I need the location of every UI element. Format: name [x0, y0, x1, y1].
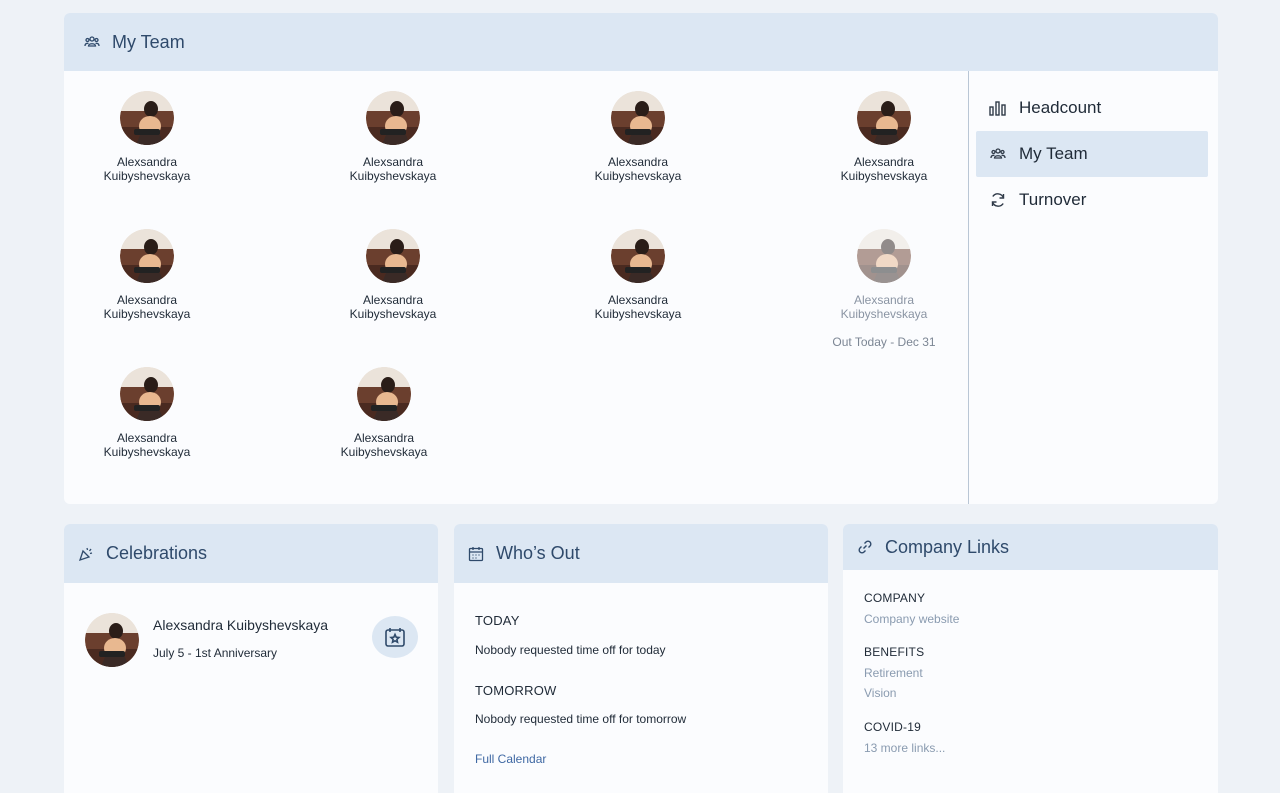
avatar	[857, 229, 911, 283]
my-team-title: My Team	[112, 31, 185, 52]
team-member[interactable]: Alexsandra Kuibyshevskaya	[558, 91, 718, 183]
vision-link[interactable]: Vision	[864, 686, 896, 700]
avatar	[120, 229, 174, 283]
celebration-event: July 5 - 1st Anniversary	[153, 646, 278, 660]
member-name: Alexsandra Kuibyshevskaya	[594, 293, 682, 321]
team-grid: Alexsandra Kuibyshevskaya Alexsandra Kui…	[64, 71, 968, 504]
nav-label: Headcount	[1019, 98, 1102, 117]
my-team-card: My Team Alexsandra Kuibyshevskaya Alexsa…	[64, 13, 1218, 504]
team-icon	[988, 147, 1008, 161]
avatar	[120, 91, 174, 145]
team-icon	[84, 35, 100, 49]
side-nav: Headcount My Team Turnover	[976, 85, 1208, 223]
party-popper-icon	[78, 546, 94, 562]
member-name: Alexsandra Kuibyshevskaya	[840, 293, 928, 321]
member-name: Alexsandra Kuibyshevskaya	[103, 293, 191, 321]
celebration-name: Alexsandra Kuibyshevskaya	[153, 617, 329, 633]
celebrations-title: Celebrations	[106, 543, 208, 563]
team-member[interactable]: Alexsandra Kuibyshevskaya	[313, 229, 473, 321]
team-member[interactable]: Alexsandra Kuibyshevskaya	[558, 229, 718, 321]
today-label: TODAY	[475, 613, 520, 628]
member-name: Alexsandra Kuibyshevskaya	[340, 431, 428, 459]
nav-item-headcount[interactable]: Headcount	[976, 85, 1208, 131]
team-member[interactable]: Alexsandra Kuibyshevskaya	[67, 367, 227, 459]
company-links-title: Company Links	[885, 536, 1010, 557]
celebrations-card: Celebrations Alexsandra Kuibyshevskaya J…	[64, 524, 438, 793]
today-text: Nobody requested time off for today	[475, 643, 666, 657]
out-status: Out Today - Dec 31	[832, 335, 936, 349]
tomorrow-label: TOMORROW	[475, 683, 557, 698]
team-member[interactable]: Alexsandra Kuibyshevskaya	[804, 91, 964, 183]
team-member-out[interactable]: Alexsandra Kuibyshevskaya Out Today - De…	[804, 229, 964, 349]
member-name: Alexsandra Kuibyshevskaya	[840, 155, 928, 183]
full-calendar-link[interactable]: Full Calendar	[475, 752, 546, 766]
calendar-star-icon	[385, 628, 405, 647]
company-links-card: Company Links COMPANY Company website BE…	[843, 524, 1218, 793]
avatar	[857, 91, 911, 145]
benefits-label: BENEFITS	[864, 645, 925, 659]
bar-chart-icon	[988, 100, 1008, 116]
nav-label: My Team	[1019, 144, 1088, 163]
avatar	[366, 91, 420, 145]
avatar	[611, 229, 665, 283]
avatar	[366, 229, 420, 283]
link-icon	[857, 539, 873, 555]
whos-out-title: Who’s Out	[496, 543, 580, 563]
avatar	[357, 367, 411, 421]
celebration-item[interactable]: Alexsandra Kuibyshevskaya July 5 - 1st A…	[85, 613, 418, 667]
avatar	[85, 613, 139, 667]
calendar-star-button[interactable]	[372, 616, 418, 658]
member-name: Alexsandra Kuibyshevskaya	[349, 155, 437, 183]
refresh-icon	[988, 192, 1008, 208]
nav-label: Turnover	[1019, 190, 1087, 209]
team-member[interactable]: Alexsandra Kuibyshevskaya	[67, 91, 227, 183]
calendar-icon	[468, 546, 484, 562]
celebrations-header: Celebrations	[64, 524, 438, 583]
my-team-header: My Team	[64, 13, 1218, 71]
divider	[968, 71, 969, 504]
company-website-link[interactable]: Company website	[864, 612, 959, 626]
member-name: Alexsandra Kuibyshevskaya	[103, 431, 191, 459]
tomorrow-text: Nobody requested time off for tomorrow	[475, 712, 687, 726]
company-links-header: Company Links	[843, 524, 1218, 570]
member-name: Alexsandra Kuibyshevskaya	[103, 155, 191, 183]
avatar	[611, 91, 665, 145]
nav-item-my-team[interactable]: My Team	[976, 131, 1208, 177]
nav-item-turnover[interactable]: Turnover	[976, 177, 1208, 223]
more-links-link[interactable]: 13 more links...	[864, 741, 945, 755]
covid-label: COVID-19	[864, 720, 921, 734]
company-label: COMPANY	[864, 591, 926, 605]
member-name: Alexsandra Kuibyshevskaya	[594, 155, 682, 183]
team-member[interactable]: Alexsandra Kuibyshevskaya	[313, 91, 473, 183]
whos-out-card: Who’s Out TODAY Nobody requested time of…	[454, 524, 828, 793]
avatar	[120, 367, 174, 421]
retirement-link[interactable]: Retirement	[864, 666, 923, 680]
team-member[interactable]: Alexsandra Kuibyshevskaya	[304, 367, 464, 459]
team-member[interactable]: Alexsandra Kuibyshevskaya	[67, 229, 227, 321]
whos-out-header: Who’s Out	[454, 524, 828, 583]
member-name: Alexsandra Kuibyshevskaya	[349, 293, 437, 321]
